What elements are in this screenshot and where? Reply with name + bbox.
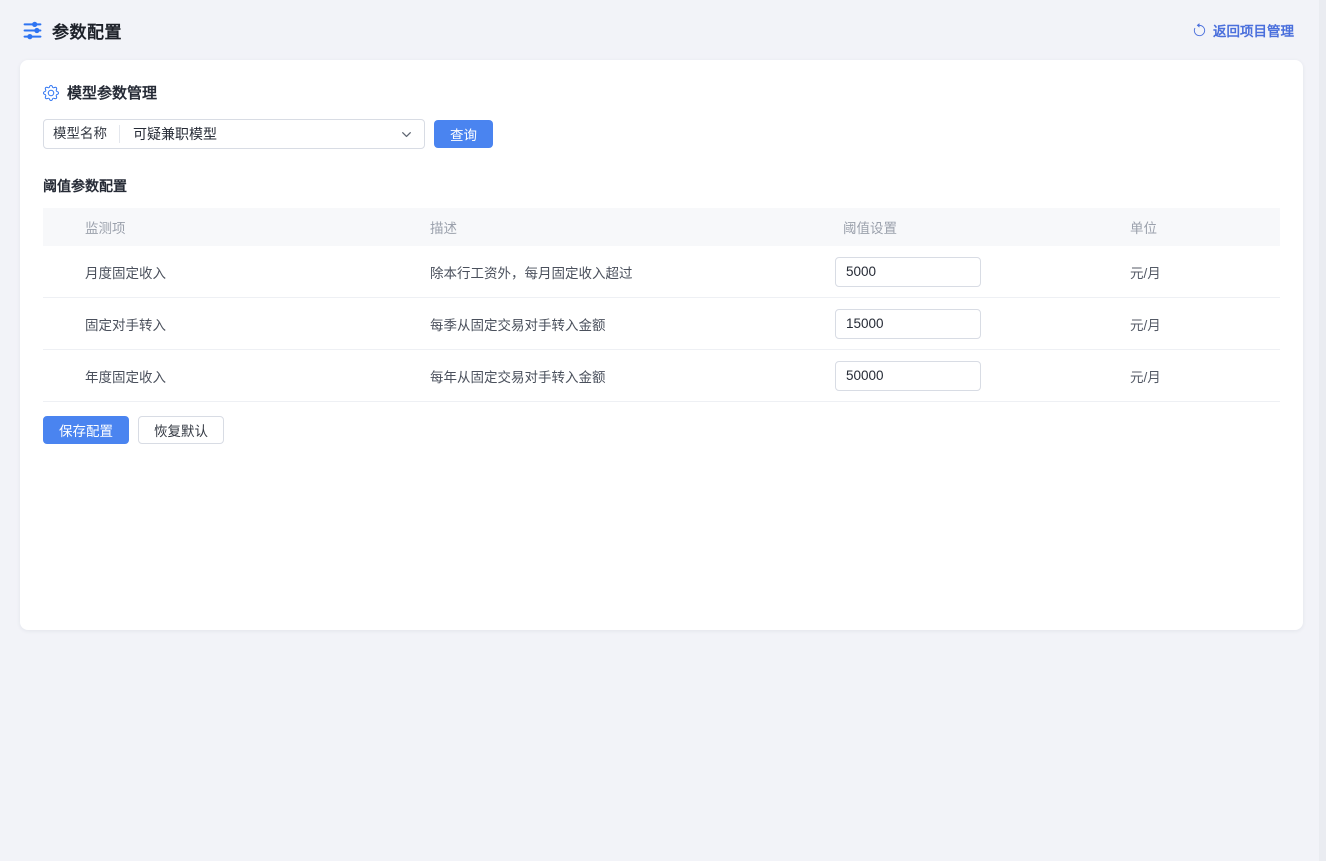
sliders-icon <box>22 20 43 41</box>
monitor-item-description: 除本行工资外，每月固定收入超过 <box>430 262 835 282</box>
threshold-input[interactable] <box>835 257 981 287</box>
threshold-input[interactable] <box>835 309 981 339</box>
threshold-section-title: 阈值参数配置 <box>43 176 1280 196</box>
model-name-label: 模型名称 <box>44 125 120 143</box>
column-header-unit: 单位 <box>1130 217 1280 237</box>
chevron-down-icon <box>400 128 424 141</box>
gear-icon <box>43 85 59 101</box>
back-link-label: 返回项目管理 <box>1213 20 1294 40</box>
restore-default-button[interactable]: 恢复默认 <box>138 416 224 444</box>
table-row: 月度固定收入 除本行工资外，每月固定收入超过 元/月 <box>43 246 1280 298</box>
panel-title: 模型参数管理 <box>67 82 157 103</box>
threshold-input-cell <box>835 309 1130 339</box>
page-title-group: 参数配置 <box>22 18 122 43</box>
monitor-item-description: 每年从固定交易对手转入金额 <box>430 366 835 386</box>
scrollbar-track[interactable] <box>1319 0 1326 861</box>
table-row: 固定对手转入 每季从固定交易对手转入金额 元/月 <box>43 298 1280 350</box>
column-header-threshold: 阈值设置 <box>835 217 1130 237</box>
undo-arrow-icon <box>1192 23 1207 38</box>
monitor-item-label: 固定对手转入 <box>43 314 430 334</box>
model-parameter-card: 模型参数管理 模型名称 可疑兼职模型 查询 阈值参数配置 监测项 描述 阈值设置… <box>20 60 1303 630</box>
top-bar: 参数配置 返回项目管理 <box>0 0 1326 60</box>
monitor-item-label: 月度固定收入 <box>43 262 430 282</box>
threshold-table: 监测项 描述 阈值设置 单位 月度固定收入 除本行工资外，每月固定收入超过 元/… <box>43 208 1280 402</box>
model-name-selected-value: 可疑兼职模型 <box>120 124 400 144</box>
action-buttons-row: 保存配置 恢复默认 <box>43 416 1280 444</box>
model-name-select[interactable]: 模型名称 可疑兼职模型 <box>43 119 425 149</box>
unit-label: 元/月 <box>1130 314 1280 334</box>
save-config-button[interactable]: 保存配置 <box>43 416 129 444</box>
table-row: 年度固定收入 每年从固定交易对手转入金额 元/月 <box>43 350 1280 402</box>
page-title: 参数配置 <box>52 18 122 43</box>
monitor-item-description: 每季从固定交易对手转入金额 <box>430 314 835 334</box>
query-button[interactable]: 查询 <box>434 120 493 148</box>
column-header-item: 监测项 <box>43 217 430 237</box>
threshold-input-cell <box>835 257 1130 287</box>
threshold-input-cell <box>835 361 1130 391</box>
unit-label: 元/月 <box>1130 366 1280 386</box>
panel-header: 模型参数管理 <box>43 82 1280 103</box>
query-row: 模型名称 可疑兼职模型 查询 <box>43 119 1280 149</box>
threshold-input[interactable] <box>835 361 981 391</box>
unit-label: 元/月 <box>1130 262 1280 282</box>
monitor-item-label: 年度固定收入 <box>43 366 430 386</box>
back-to-project-link[interactable]: 返回项目管理 <box>1192 20 1294 40</box>
column-header-description: 描述 <box>430 217 835 237</box>
table-header-row: 监测项 描述 阈值设置 单位 <box>43 208 1280 246</box>
